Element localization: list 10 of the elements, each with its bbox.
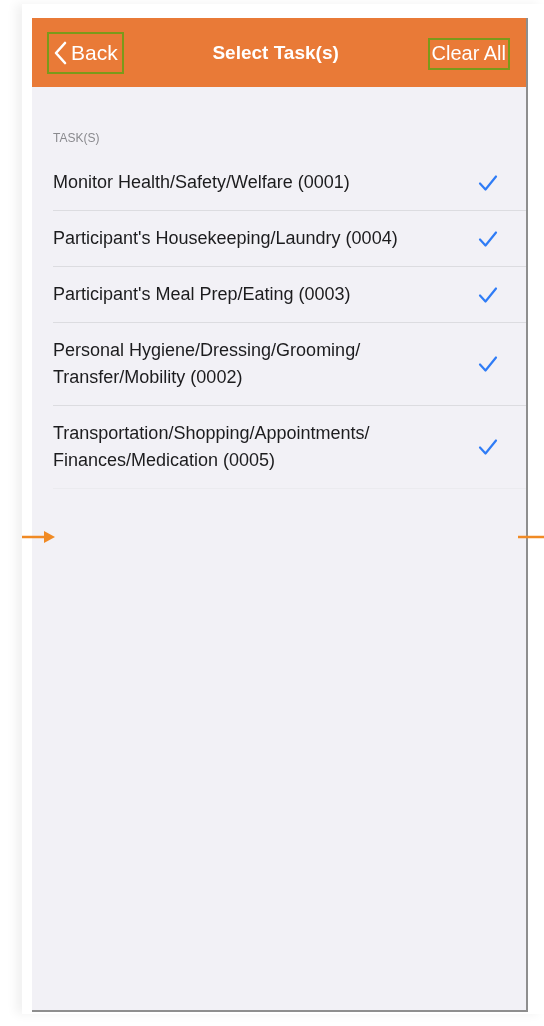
screen-title: Select Task(s)	[212, 41, 339, 64]
task-item[interactable]: Participant's Housekeeping/Laundry (0004)	[53, 211, 526, 267]
task-item[interactable]: Transportation/Shopping/Appointments/ Finances/Medication (0005)	[53, 406, 526, 489]
marker-line-icon	[518, 534, 544, 540]
arrow-icon	[22, 530, 56, 544]
task-item[interactable]: Participant's Meal Prep/Eating (0003)	[53, 267, 526, 323]
section-header: TASK(S)	[52, 131, 101, 145]
task-item[interactable]: Personal Hygiene/Dressing/Grooming/ Transfer/Mobility (0002)	[53, 323, 526, 406]
chevron-left-icon	[53, 40, 67, 65]
task-item[interactable]: Monitor Health/Safety/Welfare (0001)	[53, 155, 526, 211]
